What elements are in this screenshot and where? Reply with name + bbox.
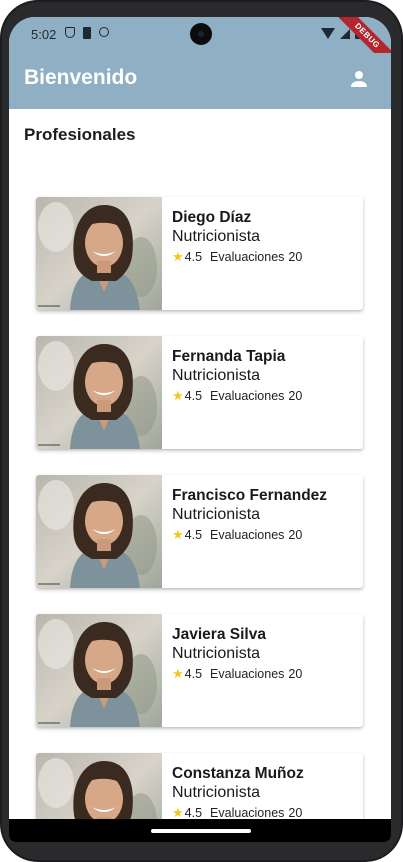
star-icon: ★ [172, 805, 184, 820]
star-icon: ★ [172, 388, 184, 403]
professional-role: Nutricionista [172, 506, 261, 523]
professional-card[interactable]: Javiera Silva Nutricionista ★ 4.5 Evalua… [36, 614, 363, 727]
professional-card[interactable]: Fernanda Tapia Nutricionista ★ 4.5 Evalu… [36, 336, 363, 449]
star-icon: ★ [172, 249, 184, 264]
rating-value: 4.5 [184, 528, 203, 542]
evaluations-count: 20 [288, 389, 303, 403]
app-bar: Bienvenido [9, 53, 391, 109]
phone-frame: 5:02 DEBUG Bienvenido Profesionales Dieg… [0, 0, 403, 862]
professional-name: Diego Díaz [172, 209, 252, 226]
home-indicator[interactable] [151, 829, 251, 833]
front-camera [190, 23, 212, 45]
evaluations-label: Evaluaciones [210, 667, 285, 681]
status-bar: 5:02 DEBUG [9, 17, 391, 77]
professional-info: Fernanda Tapia Nutricionista ★ 4.5 Evalu… [172, 347, 358, 403]
professional-role: Nutricionista [172, 784, 261, 801]
sync-icon [99, 27, 109, 37]
professional-name: Fernanda Tapia [172, 348, 286, 365]
rating-row: ★ 4.5 Evaluaciones 20 [172, 388, 358, 404]
section-title: Profesionales [24, 125, 136, 144]
professional-card[interactable]: Francisco Fernandez Nutricionista ★ 4.5 … [36, 475, 363, 588]
professional-photo [36, 336, 162, 449]
professional-photo [36, 614, 162, 727]
navigation-bar [9, 819, 391, 842]
evaluations-count: 20 [288, 667, 303, 681]
professional-photo [36, 475, 162, 588]
signal-icon [340, 28, 350, 39]
professionals-list[interactable]: Profesionales Diego Díaz Nutricionista ★… [9, 109, 391, 819]
professional-name: Javiera Silva [172, 626, 266, 643]
professional-name: Constanza Muñoz [172, 765, 304, 782]
profile-button[interactable] [347, 67, 371, 91]
evaluations-label: Evaluaciones [210, 806, 285, 819]
rating-value: 4.5 [184, 250, 203, 264]
rating-row: ★ 4.5 Evaluaciones 20 [172, 666, 358, 682]
evaluations-count: 20 [288, 528, 303, 542]
status-notification-icons [65, 27, 109, 39]
person-icon [351, 71, 367, 87]
evaluations-count: 20 [288, 250, 303, 264]
sd-card-icon [83, 27, 91, 39]
evaluations-label: Evaluaciones [210, 528, 285, 542]
app-title: Bienvenido [24, 66, 138, 89]
screen: 5:02 DEBUG Bienvenido Profesionales Dieg… [9, 17, 391, 842]
rating-value: 4.5 [184, 806, 203, 819]
evaluations-label: Evaluaciones [210, 250, 285, 264]
professional-info: Diego Díaz Nutricionista ★ 4.5 Evaluacio… [172, 208, 358, 264]
professional-info: Francisco Fernandez Nutricionista ★ 4.5 … [172, 486, 358, 542]
rating-value: 4.5 [184, 389, 203, 403]
status-time: 5:02 [31, 27, 57, 42]
evaluations-count: 20 [288, 806, 303, 819]
star-icon: ★ [172, 527, 184, 542]
professional-name: Francisco Fernandez [172, 487, 328, 504]
professional-photo [36, 753, 162, 819]
wifi-icon [321, 28, 335, 39]
evaluations-label: Evaluaciones [210, 389, 285, 403]
rating-value: 4.5 [184, 667, 203, 681]
professional-card[interactable]: Diego Díaz Nutricionista ★ 4.5 Evaluacio… [36, 197, 363, 310]
star-icon: ★ [172, 666, 184, 681]
rating-row: ★ 4.5 Evaluaciones 20 [172, 527, 358, 543]
professional-role: Nutricionista [172, 367, 261, 384]
professional-info: Constanza Muñoz Nutricionista ★ 4.5 Eval… [172, 764, 358, 819]
shield-icon [65, 27, 75, 38]
professional-role: Nutricionista [172, 645, 261, 662]
professional-photo [36, 197, 162, 310]
professional-role: Nutricionista [172, 228, 261, 245]
professional-info: Javiera Silva Nutricionista ★ 4.5 Evalua… [172, 625, 358, 681]
rating-row: ★ 4.5 Evaluaciones 20 [172, 249, 358, 265]
rating-row: ★ 4.5 Evaluaciones 20 [172, 805, 358, 820]
professional-card[interactable]: Constanza Muñoz Nutricionista ★ 4.5 Eval… [36, 753, 363, 819]
